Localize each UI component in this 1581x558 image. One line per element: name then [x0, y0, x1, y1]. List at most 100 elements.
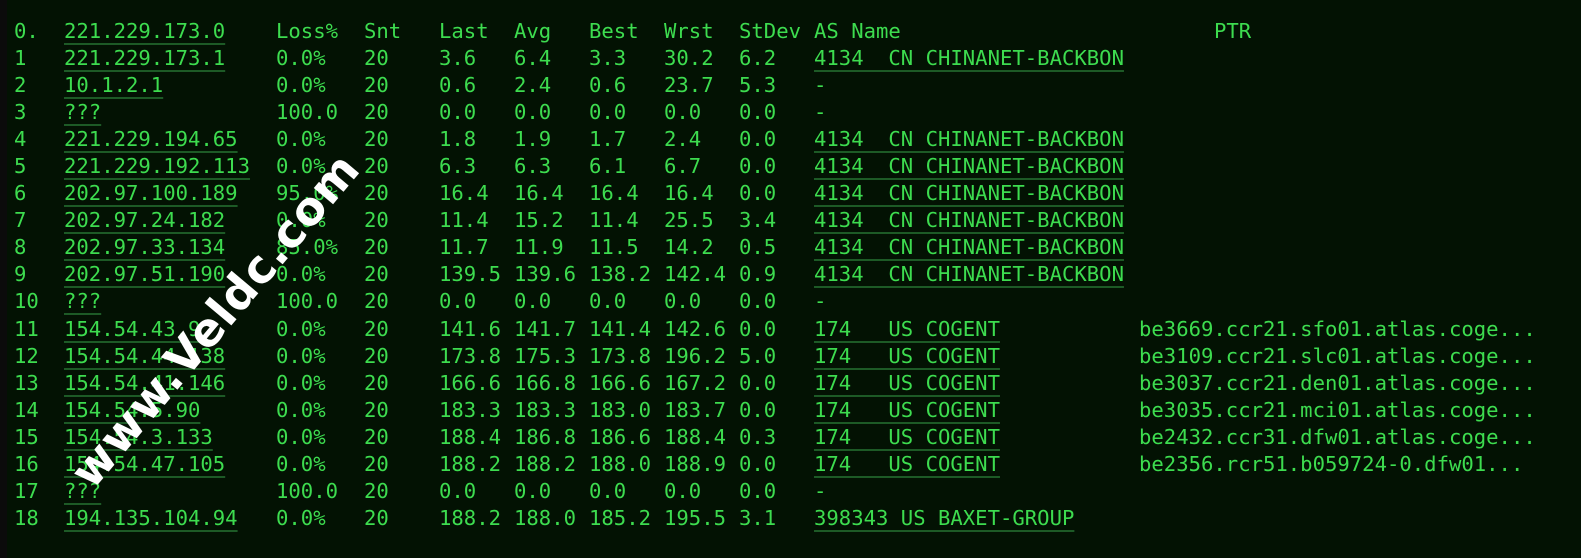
cell-last: 188.4 — [439, 424, 501, 449]
cell-loss: 0.0% — [276, 343, 326, 368]
cell-best: 0.0 — [589, 100, 627, 125]
table-row: 18 194.135.104.94 0.0% 20 188.2 188.0 185.2 195… — [0, 505, 1581, 532]
cell-avg: 188.0 — [514, 505, 576, 530]
cell-last: 188.2 — [439, 505, 501, 530]
cell-best: 188.0 — [589, 451, 651, 476]
cell-hop: 13 — [14, 370, 39, 395]
as-name-link[interactable]: 4134 CN CHINANET-BACKBON — [814, 234, 1124, 261]
cell-hop: 5 — [14, 154, 27, 179]
cell-last: 11.4 — [439, 208, 489, 233]
cell-wrst: 188.9 — [664, 451, 726, 476]
cell-stdev: 0.0 — [739, 451, 777, 476]
table-row: 1 221.229.173.1 0.0% 20 3.6 6.4 3.3 30.2 6.2 4134… — [0, 45, 1581, 72]
hop-ip-link[interactable]: 202.97.51.190 — [64, 261, 225, 288]
table-row: 4 221.229.194.65 0.0% 20 1.8 1.9 1.7 2.4 0.0 4134… — [0, 126, 1581, 153]
hop-ip-link[interactable]: 202.97.33.134 — [64, 234, 225, 261]
as-name-link[interactable]: 174 US COGENT — [814, 343, 1000, 370]
cell-avg: 0.0 — [514, 100, 552, 125]
cell-best: 173.8 — [589, 343, 651, 368]
cell-best: 1.7 — [589, 127, 627, 152]
as-name-link[interactable]: 174 US COGENT — [814, 451, 1000, 478]
cell-stdev: 0.0 — [739, 370, 777, 395]
cell-avg: 1.9 — [514, 127, 552, 152]
cell-avg: 175.3 — [514, 343, 576, 368]
as-name-link[interactable]: 174 US COGENT — [814, 316, 1000, 343]
table-row: 13 154.54.41.146 0.0% 20 166.6 166.8 166.6 167.… — [0, 370, 1581, 397]
cell-best: 0.0 — [589, 289, 627, 314]
hop-ip-link[interactable]: 10.1.2.1 — [64, 72, 163, 99]
header-ptr: PTR — [1214, 19, 1252, 43]
cell-stdev: 0.0 — [739, 154, 777, 179]
cell-wrst: 142.6 — [664, 316, 726, 341]
as-name-link[interactable]: 4134 CN CHINANET-BACKBON — [814, 261, 1124, 288]
cell-wrst: 16.4 — [664, 181, 714, 206]
as-name-link[interactable]: 4134 CN CHINANET-BACKBON — [814, 180, 1124, 207]
cell-ptr: be3669.ccr21.sfo01.atlas.coge... — [1139, 316, 1536, 341]
hop-ip-link[interactable]: 221.229.192.113 — [64, 153, 250, 180]
cell-last: 0.0 — [439, 100, 477, 125]
cell-hop: 4 — [14, 127, 27, 152]
cell-avg: 0.0 — [514, 289, 552, 314]
cell-hop: 17 — [14, 478, 39, 503]
cell-wrst: 0.0 — [664, 478, 702, 503]
as-name-link: - — [814, 478, 827, 503]
hop-ip-link[interactable]: 202.97.24.182 — [64, 207, 225, 234]
cell-loss: 0.0% — [276, 505, 326, 530]
cell-snt: 20 — [364, 46, 389, 71]
as-name-link[interactable]: 174 US COGENT — [814, 424, 1000, 451]
cell-loss: 100.0 — [276, 100, 338, 125]
hop-ip-link[interactable]: ??? — [64, 288, 101, 315]
cell-snt: 20 — [364, 397, 389, 422]
cell-best: 0.6 — [589, 73, 627, 98]
hop-ip-link[interactable]: ??? — [64, 99, 101, 126]
cell-snt: 20 — [364, 208, 389, 233]
hop-ip-link[interactable]: 221.229.194.65 — [64, 126, 238, 153]
hop-ip-link[interactable]: 202.97.100.189 — [64, 180, 238, 207]
as-name-link[interactable]: 174 US COGENT — [814, 397, 1000, 424]
cell-hop: 14 — [14, 397, 39, 422]
cell-last: 188.2 — [439, 451, 501, 476]
source-ip-link[interactable]: 221.229.173.0 — [64, 18, 225, 45]
cell-loss: 0.0% — [276, 451, 326, 476]
cell-wrst: 0.0 — [664, 289, 702, 314]
table-row: 2 10.1.2.1 0.0% 20 0.6 2.4 0.6 23.7 5.3 - — [0, 72, 1581, 99]
cell-wrst: 30.2 — [664, 46, 714, 71]
cell-avg: 16.4 — [514, 181, 564, 206]
as-name-link: - — [814, 73, 827, 98]
cell-loss: 0.0% — [276, 73, 326, 98]
cell-best: 141.4 — [589, 316, 651, 341]
cell-last: 173.8 — [439, 343, 501, 368]
as-name-link[interactable]: 4134 CN CHINANET-BACKBON — [814, 45, 1124, 72]
cell-wrst: 142.4 — [664, 262, 726, 287]
cell-best: 11.4 — [589, 208, 639, 233]
as-name-link[interactable]: 4134 CN CHINANET-BACKBON — [814, 126, 1124, 153]
cell-snt: 20 — [364, 451, 389, 476]
hop-ip-link[interactable]: 194.135.104.94 — [64, 505, 238, 532]
cell-avg: 2.4 — [514, 73, 552, 98]
cell-last: 141.6 — [439, 316, 501, 341]
cell-best: 11.5 — [589, 235, 639, 260]
hop-ip-link[interactable]: 221.229.173.1 — [64, 45, 225, 72]
header-last: Last — [439, 19, 489, 43]
table-row: 6 202.97.100.189 95.0% 20 16.4 16.4 16.4 16.4 0.… — [0, 180, 1581, 207]
as-name-link[interactable]: 174 US COGENT — [814, 370, 1000, 397]
cell-avg: 188.2 — [514, 451, 576, 476]
cell-avg: 15.2 — [514, 208, 564, 233]
cell-wrst: 167.2 — [664, 370, 726, 395]
as-name-link[interactable]: 4134 CN CHINANET-BACKBON — [814, 153, 1124, 180]
as-name-link[interactable]: 398343 US BAXET-GROUP — [814, 505, 1074, 532]
cell-hop: 11 — [14, 316, 39, 341]
as-name-link: - — [814, 100, 827, 125]
cell-wrst: 23.7 — [664, 73, 714, 98]
as-name-link[interactable]: 4134 CN CHINANET-BACKBON — [814, 207, 1124, 234]
table-row: 5 221.229.192.113 0.0% 20 6.3 6.3 6.1 6.7 0.0 413… — [0, 153, 1581, 180]
cell-loss: 0.0% — [276, 397, 326, 422]
cell-snt: 20 — [364, 181, 389, 206]
cell-stdev: 3.1 — [739, 505, 777, 530]
cell-ptr: be3109.ccr21.slc01.atlas.coge... — [1139, 343, 1536, 368]
cell-hop: 10 — [14, 289, 39, 314]
cell-stdev: 5.3 — [739, 73, 777, 98]
cell-stdev: 0.9 — [739, 262, 777, 287]
cell-loss: 0.0% — [276, 370, 326, 395]
cell-avg: 183.3 — [514, 397, 576, 422]
